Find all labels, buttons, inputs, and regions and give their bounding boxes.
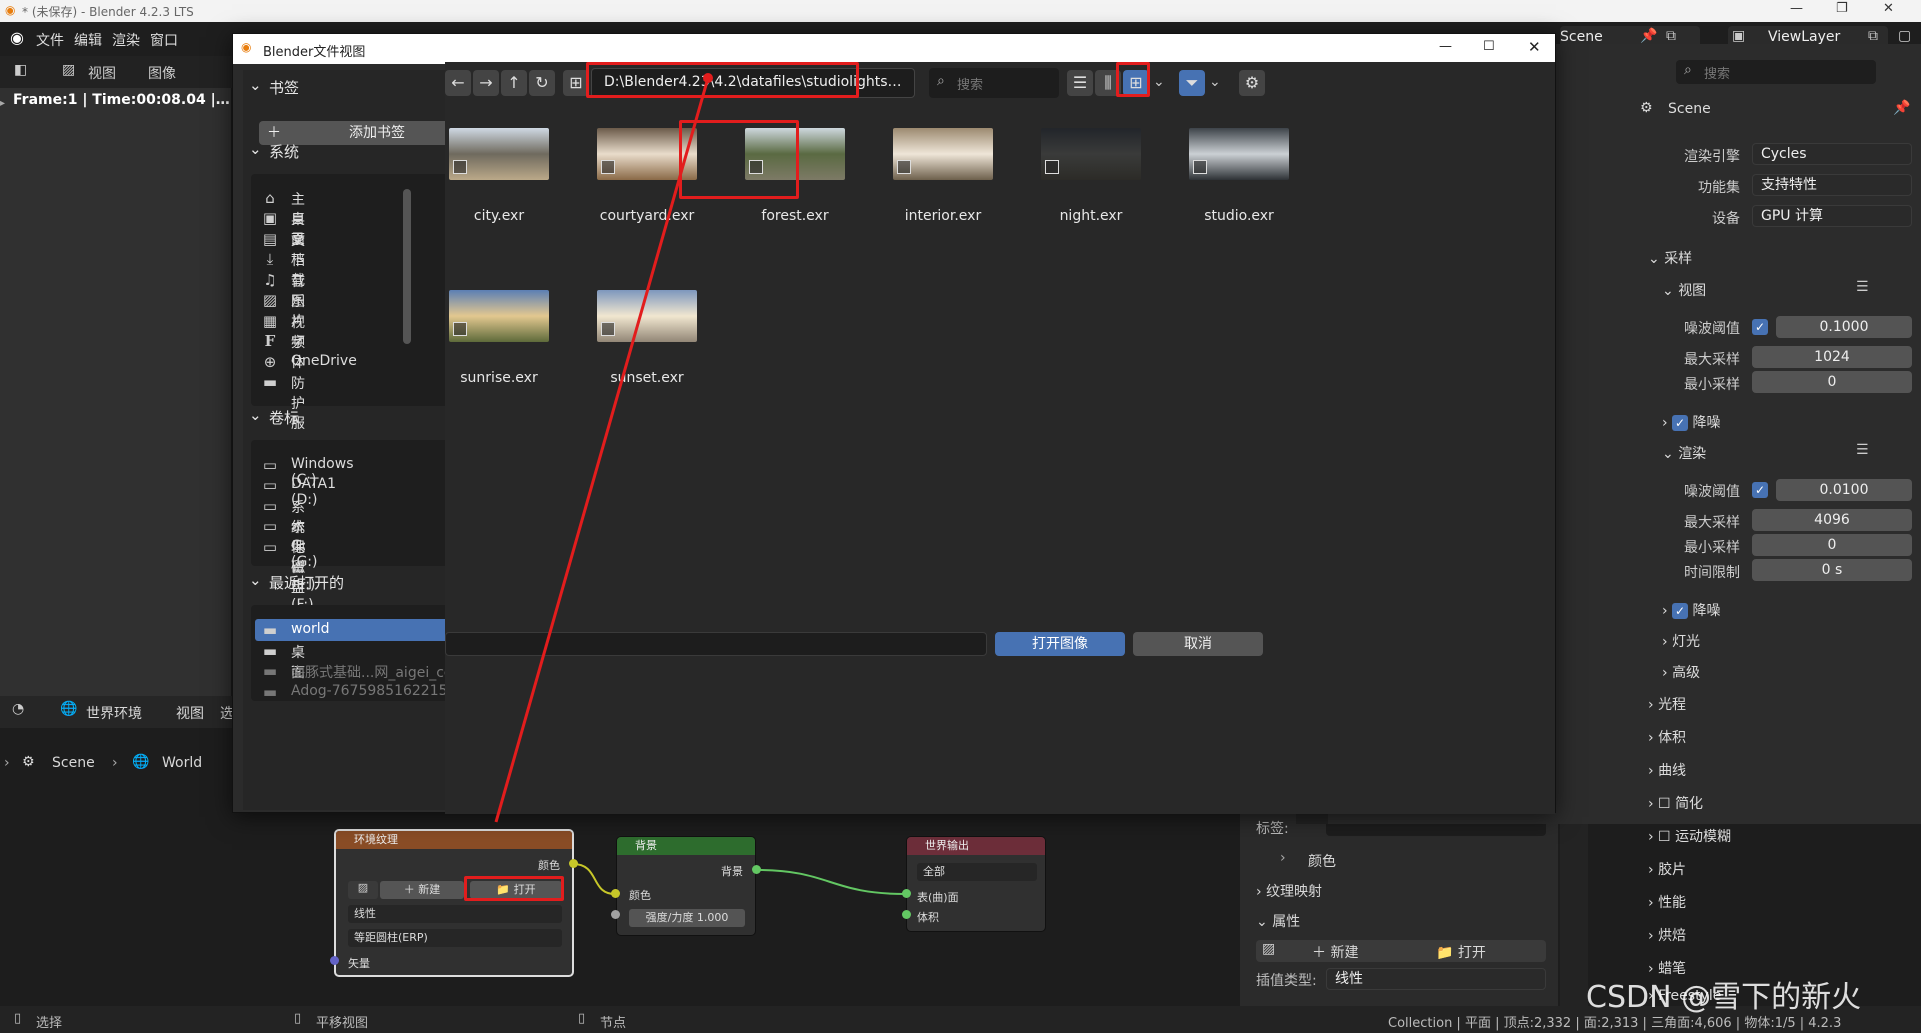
status-select: 选择 — [36, 1016, 63, 1031]
mouse-middle-icon: ▯ — [294, 1011, 302, 1026]
annotation-arrow — [494, 73, 713, 823]
annotation-endpoint — [703, 73, 713, 83]
status-node: 节点 — [600, 1016, 627, 1031]
status-pan: 平移视图 — [316, 1016, 369, 1031]
watermark: CSDN @雪下的新火 — [1586, 980, 1862, 1015]
mouse-left-icon: ▯ — [14, 1011, 22, 1026]
mouse-right-icon: ▯ — [578, 1011, 586, 1026]
annotation-line — [494, 77, 710, 823]
